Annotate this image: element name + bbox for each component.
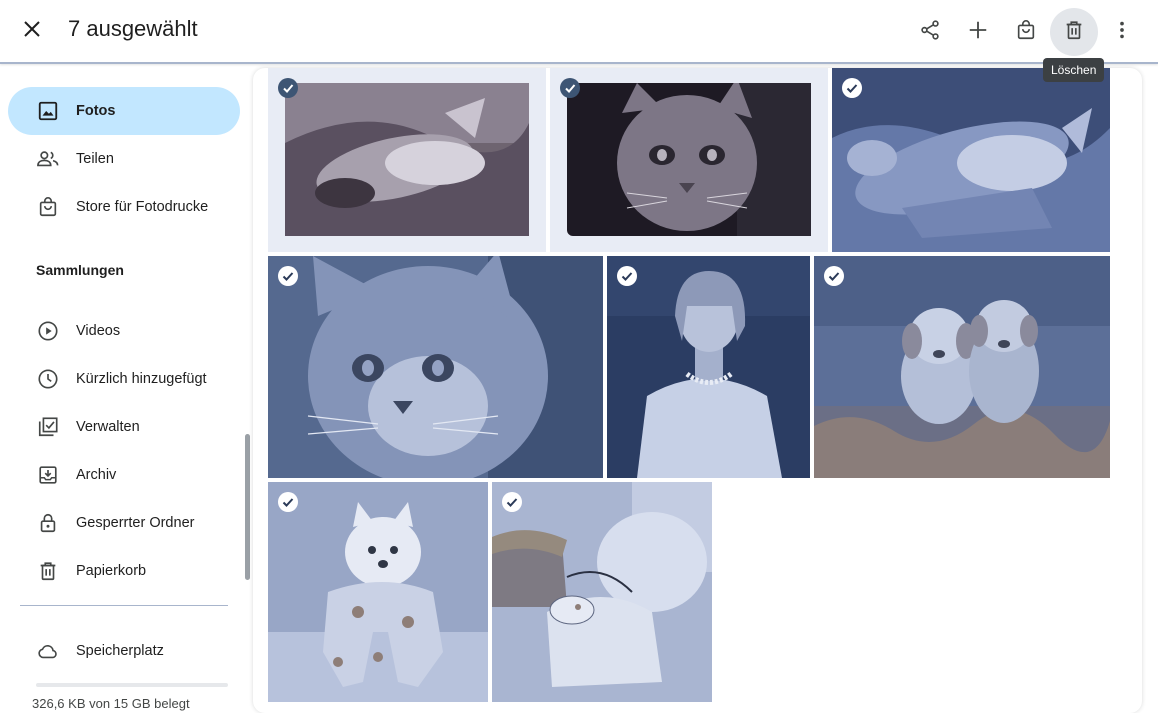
delete-tooltip: Löschen xyxy=(1043,58,1105,82)
sidebar-item-teilen[interactable]: Teilen xyxy=(8,135,240,183)
storage-usage-bar xyxy=(36,683,228,687)
trash-icon xyxy=(36,559,60,583)
photo-thumbnail xyxy=(832,68,1110,252)
trash-icon xyxy=(1063,19,1085,46)
photo-tile[interactable] xyxy=(607,256,810,478)
sidebar-item-trash[interactable]: Papierkorb xyxy=(8,547,240,595)
photo-thumbnail xyxy=(285,83,529,236)
sidebar-item-label: Papierkorb xyxy=(76,563,147,579)
sidebar-item-label: Gesperrter Ordner xyxy=(76,515,195,531)
order-prints-button[interactable] xyxy=(1004,10,1048,54)
sidebar-item-storage[interactable]: Speicherplatz xyxy=(8,627,240,675)
selected-check-icon[interactable] xyxy=(842,78,862,98)
close-selection-button[interactable] xyxy=(12,11,52,51)
selected-check-icon[interactable] xyxy=(560,78,580,98)
lock-icon xyxy=(36,511,60,535)
selection-toolbar: 7 ausgewählt xyxy=(0,0,1158,64)
sidebar-item-label: Verwalten xyxy=(76,419,140,435)
shopping-bag-icon xyxy=(1015,19,1037,46)
selected-check-icon[interactable] xyxy=(278,78,298,98)
sidebar-item-archive[interactable]: Archiv xyxy=(8,451,240,499)
sidebar-item-recently-added[interactable]: Kürzlich hinzugefügt xyxy=(8,355,240,403)
checklist-icon xyxy=(36,415,60,439)
photo-tile[interactable] xyxy=(492,482,712,702)
selected-check-icon[interactable] xyxy=(617,266,637,286)
sidebar-item-manage[interactable]: Verwalten xyxy=(8,403,240,451)
share-button[interactable] xyxy=(908,10,952,54)
photo-thumbnail xyxy=(607,256,810,478)
sidebar-item-label: Videos xyxy=(76,323,121,339)
play-circle-icon xyxy=(36,319,60,343)
sidebar-item-videos[interactable]: Videos xyxy=(8,307,240,355)
sidebar-item-label: Kürzlich hinzugefügt xyxy=(76,371,207,387)
selected-check-icon[interactable] xyxy=(278,492,298,512)
more-options-button[interactable] xyxy=(1100,10,1144,54)
sidebar: Fotos Teilen Store für Fotodrucke Sammlu… xyxy=(0,64,252,713)
plus-icon xyxy=(967,19,989,46)
selected-check-icon[interactable] xyxy=(502,492,522,512)
add-button[interactable] xyxy=(956,10,1000,54)
sidebar-item-store[interactable]: Store für Fotodrucke xyxy=(8,183,240,231)
photo-thumbnail xyxy=(268,482,488,702)
photo-tile[interactable] xyxy=(268,256,603,478)
sidebar-divider xyxy=(20,605,228,606)
cloud-icon xyxy=(36,639,60,663)
more-vert-icon xyxy=(1111,19,1133,46)
delete-button[interactable] xyxy=(1050,8,1098,56)
photo-thumbnail xyxy=(814,256,1110,478)
sidebar-item-fotos[interactable]: Fotos xyxy=(8,87,240,135)
photo-icon xyxy=(36,99,60,123)
clock-icon xyxy=(36,367,60,391)
photo-thumbnail xyxy=(492,482,712,702)
collections-heading: Sammlungen xyxy=(36,262,124,278)
sidebar-item-label: Teilen xyxy=(76,151,114,167)
archive-icon xyxy=(36,463,60,487)
photo-tile[interactable] xyxy=(814,256,1110,478)
sidebar-item-label: Store für Fotodrucke xyxy=(76,199,209,215)
photo-tile[interactable] xyxy=(550,68,828,252)
selected-check-icon[interactable] xyxy=(278,266,298,286)
photo-tile[interactable] xyxy=(832,68,1110,252)
sidebar-item-label: Speicherplatz xyxy=(76,643,164,659)
selected-check-icon[interactable] xyxy=(824,266,844,286)
sidebar-item-locked-folder[interactable]: Gesperrter Ordner xyxy=(8,499,240,547)
shopping-bag-icon xyxy=(36,195,60,219)
people-icon xyxy=(36,147,60,171)
sidebar-item-label: Archiv xyxy=(76,467,117,483)
sidebar-scrollbar[interactable] xyxy=(245,434,250,580)
photo-thumbnail xyxy=(268,256,603,478)
close-icon xyxy=(22,19,42,44)
share-icon xyxy=(919,19,941,46)
selection-count-title: 7 ausgewählt xyxy=(68,16,198,41)
storage-usage-text: 326,6 KB von 15 GB belegt xyxy=(32,696,190,711)
photo-tile[interactable] xyxy=(268,68,546,252)
photo-thumbnail xyxy=(567,83,811,236)
photo-tile[interactable] xyxy=(268,482,488,702)
sidebar-item-label: Fotos xyxy=(76,103,116,119)
